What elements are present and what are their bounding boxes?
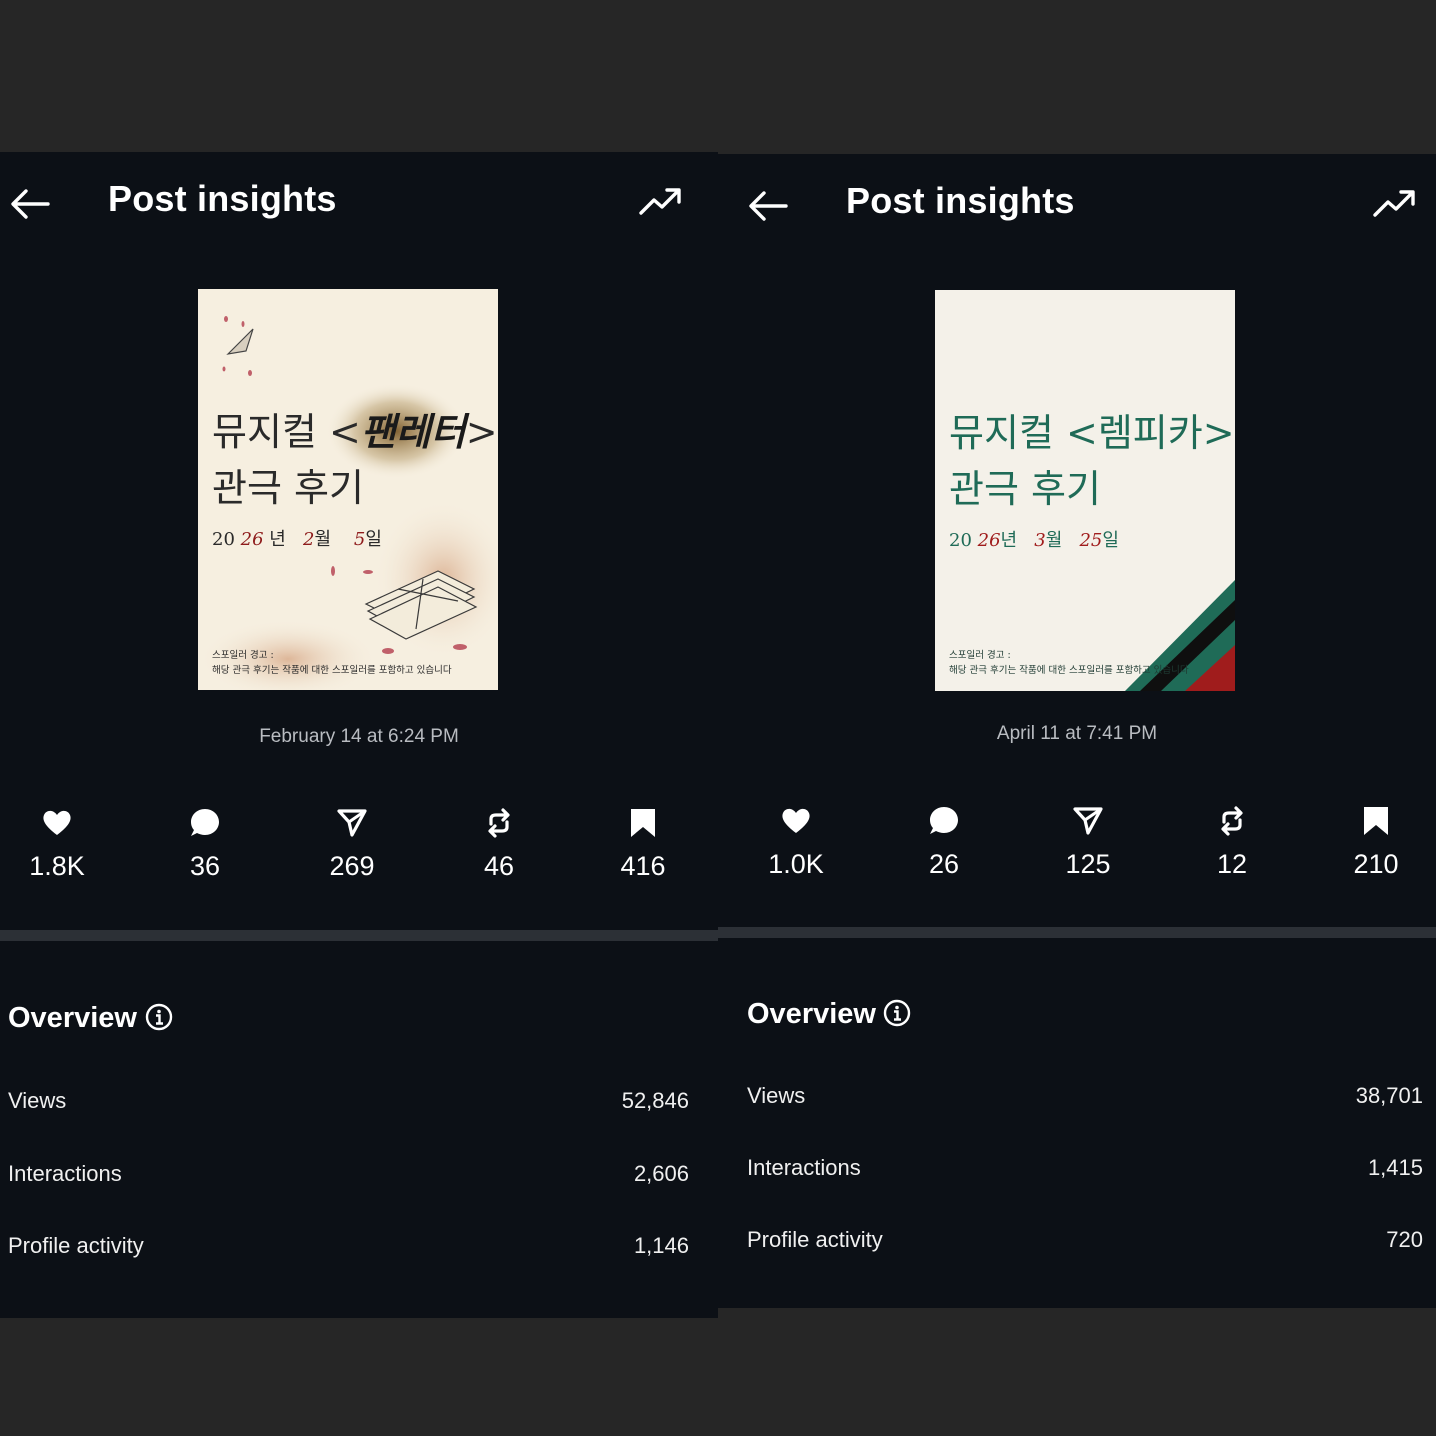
- insights-panel-1: Post insights 뮤지컬 <팬레터> 관극 후기 20 26 년 2월…: [0, 152, 718, 1318]
- poster-title-line1: 뮤지컬 <팬레터>: [212, 409, 498, 454]
- bookmark-icon: [631, 809, 655, 837]
- comment-bubble-icon: [930, 807, 958, 834]
- trending-up-icon[interactable]: [1372, 188, 1416, 220]
- repost-icon: [488, 808, 510, 838]
- poster-warning-line2: 해당 관극 후기는 작품에 대한 스포일러를 포함하고 있습니다: [212, 665, 452, 676]
- views-label: Views: [747, 1083, 806, 1108]
- views-value: 38,701: [1355, 1083, 1423, 1108]
- reposts-count: 12: [1216, 849, 1248, 879]
- post-thumbnail[interactable]: 뮤지컬 <렘피카> 관극 후기 20 26년 3월 25일 스포일러 경고 : …: [935, 290, 1235, 691]
- interactions-label: Interactions: [747, 1155, 861, 1180]
- insights-panel-2: Post insights 뮤지컬 <렘피카> 관극 후기 20 26년 3월 …: [718, 154, 1436, 1308]
- engagement-stats: 1.0K 26 125 12 210: [718, 805, 1436, 895]
- saves-count: 416: [620, 851, 666, 881]
- info-icon[interactable]: [883, 999, 911, 1027]
- shares-stat[interactable]: 125: [1028, 805, 1148, 880]
- saves-stat[interactable]: 416: [583, 807, 703, 882]
- profile-activity-row[interactable]: Profile activity 1,146: [8, 1233, 689, 1269]
- saves-stat[interactable]: 210: [1316, 805, 1436, 880]
- shares-count: 125: [1065, 849, 1111, 879]
- poster-warning-line2: 해당 관극 후기는 작품에 대한 스포일러를 포함하고 있습니다: [949, 665, 1189, 676]
- poster-date: 20 26 년 2월 5일: [212, 529, 382, 550]
- saves-count: 210: [1353, 849, 1399, 879]
- comments-count: 26: [928, 849, 960, 879]
- poster-title-line1: 뮤지컬 <렘피카>: [949, 411, 1235, 455]
- overview-title: Overview: [747, 998, 876, 1030]
- interactions-row[interactable]: Interactions 2,606: [8, 1161, 689, 1197]
- post-date: February 14 at 6:24 PM: [259, 726, 459, 747]
- comments-stat[interactable]: 36: [145, 807, 265, 882]
- comment-bubble-icon: [191, 809, 219, 836]
- section-divider: [718, 927, 1436, 938]
- poster-date: 20 26년 3월 25일: [949, 530, 1119, 551]
- shares-count: 269: [329, 851, 375, 881]
- trending-up-icon[interactable]: [638, 186, 682, 218]
- post-date: April 11 at 7:41 PM: [996, 723, 1158, 744]
- poster-title-line2: 관극 후기: [212, 466, 364, 510]
- likes-stat[interactable]: 1.8K: [0, 807, 117, 882]
- poster-show-name: 렘피카: [1097, 411, 1203, 455]
- comments-stat[interactable]: 26: [884, 805, 1004, 880]
- header: Post insights: [0, 152, 718, 252]
- heart-icon: [782, 808, 810, 833]
- engagement-stats: 1.8K 36 269 46 416: [0, 807, 718, 897]
- post-thumbnail[interactable]: 뮤지컬 <팬레터> 관극 후기 20 26 년 2월 5일 스포일러 경고 : …: [198, 289, 498, 690]
- profile-activity-row[interactable]: Profile activity 720: [747, 1227, 1423, 1263]
- interactions-label: Interactions: [8, 1161, 122, 1186]
- profile-activity-value: 1,146: [633, 1233, 689, 1258]
- send-icon: [1073, 807, 1103, 835]
- views-row: Views 38,701: [747, 1083, 1423, 1119]
- poster-show-name: 팬레터: [360, 409, 466, 454]
- back-arrow-icon[interactable]: [8, 186, 52, 222]
- poster-warning-line1: 스포일러 경고 :: [949, 650, 1011, 661]
- reposts-stat[interactable]: 46: [439, 807, 559, 882]
- shares-stat[interactable]: 269: [292, 807, 412, 882]
- profile-activity-label: Profile activity: [747, 1227, 883, 1252]
- comments-count: 36: [189, 851, 221, 881]
- section-divider: [0, 930, 718, 941]
- poster-warning-line1: 스포일러 경고 :: [212, 650, 274, 661]
- views-label: Views: [8, 1088, 67, 1113]
- info-icon[interactable]: [145, 1003, 173, 1031]
- page-title: Post insights: [846, 180, 1075, 221]
- poster-title-line2: 관극 후기: [949, 467, 1101, 511]
- likes-count: 1.0K: [768, 849, 824, 879]
- header: Post insights: [718, 154, 1436, 254]
- repost-icon: [1221, 806, 1243, 836]
- overview-title: Overview: [8, 1002, 137, 1034]
- send-icon: [337, 809, 367, 837]
- interactions-value: 1,415: [1367, 1155, 1423, 1180]
- likes-count: 1.8K: [29, 851, 85, 881]
- views-value: 52,846: [621, 1088, 689, 1113]
- profile-activity-label: Profile activity: [8, 1233, 144, 1258]
- likes-stat[interactable]: 1.0K: [736, 805, 856, 880]
- page-title: Post insights: [108, 178, 337, 219]
- interactions-value: 2,606: [633, 1161, 689, 1186]
- profile-activity-value: 720: [1386, 1227, 1423, 1252]
- reposts-count: 46: [483, 851, 515, 881]
- heart-icon: [43, 810, 71, 835]
- views-row: Views 52,846: [8, 1088, 689, 1124]
- reposts-stat[interactable]: 12: [1172, 805, 1292, 880]
- bookmark-icon: [1364, 807, 1388, 835]
- back-arrow-icon[interactable]: [746, 188, 790, 224]
- interactions-row[interactable]: Interactions 1,415: [747, 1155, 1423, 1191]
